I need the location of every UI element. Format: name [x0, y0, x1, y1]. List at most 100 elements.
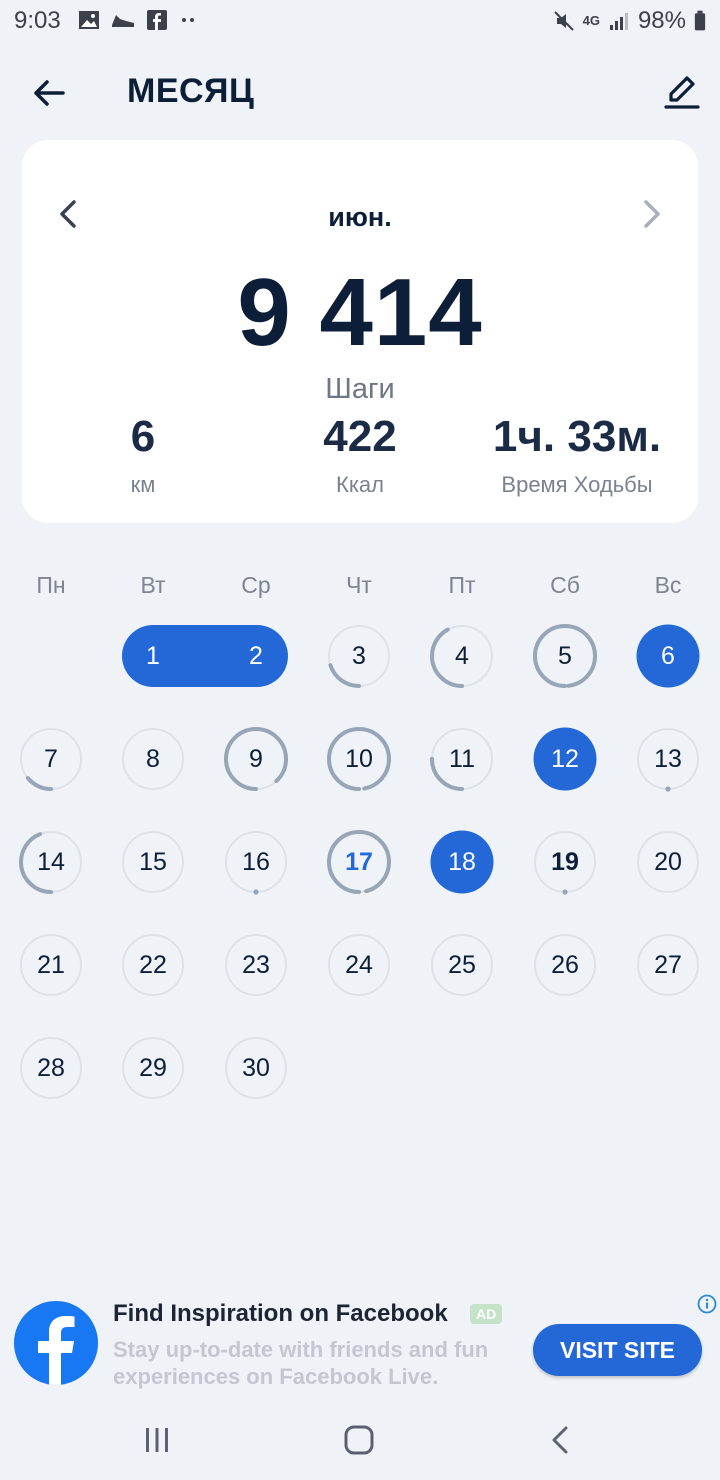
info-icon[interactable] — [697, 1294, 717, 1314]
month-label: июн. — [328, 202, 392, 232]
weekday-wed: Ср — [241, 572, 271, 598]
calendar-day-16[interactable]: 16 — [223, 829, 289, 895]
calendar-day-6[interactable]: 6 — [635, 623, 701, 689]
calendar-day-12[interactable]: 12 — [532, 726, 598, 792]
day-number: 22 — [139, 951, 167, 979]
steps-label: Шаги — [325, 373, 395, 405]
day-number: 28 — [37, 1054, 65, 1082]
calendar-day-2[interactable]: 2 — [223, 623, 289, 689]
calendar-day-11[interactable]: 11 — [429, 726, 495, 792]
calendar-day-14[interactable]: 14 — [18, 829, 84, 895]
day-number: 1 — [146, 642, 160, 670]
day-number: 3 — [352, 642, 366, 670]
recents-button[interactable] — [135, 1418, 179, 1462]
nav-back-button[interactable] — [538, 1418, 582, 1462]
calendar-day-30[interactable]: 30 — [223, 1035, 289, 1101]
weekday-sat: Сб — [550, 572, 580, 598]
next-month-button[interactable] — [634, 196, 670, 232]
day-number: 23 — [242, 951, 270, 979]
calendar-day-18[interactable]: 18 — [429, 829, 495, 895]
status-time: 9:03 — [14, 7, 61, 34]
mute-icon — [553, 11, 574, 31]
distance-value: 6 — [130, 412, 156, 461]
pencil-icon — [664, 76, 700, 109]
day-number: 14 — [37, 848, 65, 876]
calendar-day-3[interactable]: 3 — [326, 623, 392, 689]
day-number: 17 — [345, 848, 373, 876]
day-number: 20 — [654, 848, 682, 876]
shoe-icon — [112, 15, 134, 27]
calendar-day-20[interactable]: 20 — [635, 829, 701, 895]
calendar-day-1[interactable]: 1 — [120, 623, 186, 689]
day-number: 8 — [146, 745, 160, 773]
home-button[interactable] — [337, 1418, 381, 1462]
day-number: 15 — [139, 848, 167, 876]
distance-label: км — [130, 472, 156, 497]
day-number: 30 — [242, 1054, 270, 1082]
status-right: 4G 98% — [553, 7, 706, 35]
calendar-day-4[interactable]: 4 — [429, 623, 495, 689]
calendar-day-15[interactable]: 15 — [120, 829, 186, 895]
back-button[interactable] — [26, 70, 72, 116]
weekday-fri: Пт — [448, 572, 476, 598]
weekday-tue: Вт — [140, 572, 166, 598]
calendar-day-8[interactable]: 8 — [120, 726, 186, 792]
weekday-thu: Чт — [346, 572, 372, 598]
walking-time-label: Время Ходьбы — [501, 472, 653, 497]
ad-banner[interactable]: Find Inspiration on Facebook AD Stay up-… — [0, 1290, 720, 1398]
calendar-day-23[interactable]: 23 — [223, 932, 289, 998]
gallery-icon — [79, 11, 99, 29]
summary-card: июн. 9 414 Шаги 6 км 422 Ккал 1ч. 33м. В… — [22, 140, 698, 523]
ad-title[interactable]: Find Inspiration on Facebook — [113, 1300, 448, 1328]
calendar-day-26[interactable]: 26 — [532, 932, 598, 998]
facebook-logo-icon[interactable] — [14, 1301, 98, 1385]
day-number: 12 — [551, 745, 579, 773]
day-number: 10 — [345, 745, 373, 773]
edit-button[interactable] — [658, 68, 706, 116]
calendar-day-21[interactable]: 21 — [18, 932, 84, 998]
calendar-day-28[interactable]: 28 — [18, 1035, 84, 1101]
day-number: 18 — [448, 848, 476, 876]
calendar-day-9[interactable]: 9 — [223, 726, 289, 792]
day-number: 13 — [654, 745, 682, 773]
calendar-day-13[interactable]: 13 — [635, 726, 701, 792]
day-number: 25 — [448, 951, 476, 979]
day-number: 5 — [558, 642, 572, 670]
home-icon — [344, 1425, 374, 1455]
day-number: 19 — [551, 848, 579, 876]
weekday-header: Пн Вт Ср Чт Пт Сб Вс — [0, 572, 720, 602]
ad-text: Stay up-to-date with friends and fun exp… — [113, 1337, 489, 1389]
network-type: 4G — [582, 13, 600, 28]
calendar-day-17[interactable]: 17 — [326, 829, 392, 895]
calories-label: Ккал — [336, 472, 384, 497]
battery-icon — [694, 10, 706, 31]
calendar-day-7[interactable]: 7 — [18, 726, 84, 792]
calendar-day-5[interactable]: 5 — [532, 623, 598, 689]
page-title: МЕСЯЦ — [127, 72, 255, 110]
day-number: 4 — [455, 642, 469, 670]
calendar-day-22[interactable]: 22 — [120, 932, 186, 998]
walking-time-stat: 1ч. 33м. Время Ходьбы — [470, 412, 684, 498]
calendar-day-25[interactable]: 25 — [429, 932, 495, 998]
calendar-day-24[interactable]: 24 — [326, 932, 392, 998]
weekday-sun: Вс — [654, 572, 682, 598]
weekday-mon: Пн — [36, 572, 66, 598]
day-number: 11 — [449, 745, 475, 773]
day-number: 16 — [242, 848, 270, 876]
battery-percent: 98% — [637, 7, 686, 34]
visit-site-button[interactable]: VISIT SITE — [533, 1324, 702, 1376]
day-number: 9 — [249, 745, 263, 773]
calendar-day-29[interactable]: 29 — [120, 1035, 186, 1101]
day-number: 7 — [44, 745, 58, 773]
calendar-day-27[interactable]: 27 — [635, 932, 701, 998]
nav-back-icon — [552, 1426, 568, 1454]
day-number: 24 — [345, 951, 373, 979]
calendar-day-19[interactable]: 19 — [532, 829, 598, 895]
steps-value: 9 414 — [237, 259, 483, 366]
day-number: 29 — [139, 1054, 167, 1082]
calendar-day-10[interactable]: 10 — [326, 726, 392, 792]
calories-stat: 422 Ккал — [280, 412, 440, 498]
chevron-right-icon — [644, 200, 660, 228]
ad-badge: AD — [470, 1304, 503, 1324]
status-bar: 9:03 4G 98% — [0, 0, 720, 44]
